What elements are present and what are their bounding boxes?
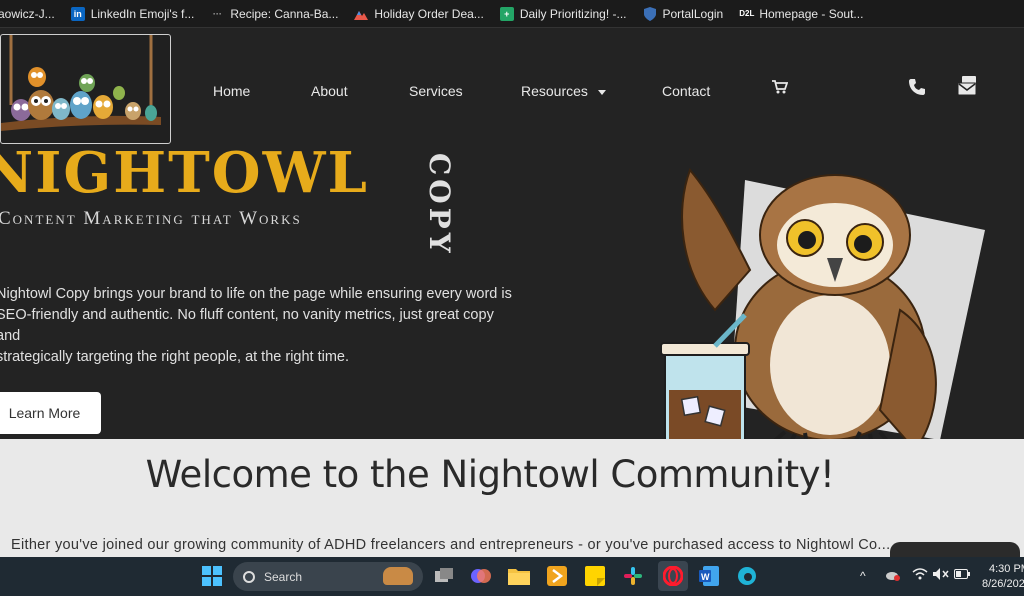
wifi-icon[interactable] [912,568,928,583]
chevron-down-icon [597,89,606,95]
clock-time[interactable]: 4:30 PM [989,563,1024,575]
d2l-icon: D2L [739,9,755,18]
hero-line: SEO-friendly and authentic. No fluff con… [0,307,494,344]
bookmark-item[interactable]: D2L Homepage - Sout... [739,7,863,21]
bookmark-item[interactable]: in LinkedIn Emoji's f... [70,6,195,21]
battery-icon[interactable] [954,569,970,582]
bookmark-label: PortalLogin [662,6,724,21]
search-placeholder: Search [264,569,303,584]
nav-resources-label: Resources [521,83,588,99]
clock-date[interactable]: 8/26/2024 [982,578,1024,590]
shield-icon [643,6,657,21]
power-automate-icon[interactable] [544,563,570,589]
cloud-sync-icon[interactable] [885,569,901,584]
phone-icon[interactable] [908,78,926,101]
bookmark-item[interactable]: ··· Recipe: Canna-Ba... [210,6,339,21]
volume-muted-icon[interactable] [933,568,949,583]
bookmark-label: Homepage - Sout... [759,6,864,21]
website-viewport: Home About Services Resources Contact NI… [0,28,1024,439]
site-logo[interactable] [0,34,171,144]
owls-on-branch-illustration [1,35,161,131]
opera-icon[interactable] [658,561,688,591]
brand-copy-vertical: COPY [418,153,458,263]
dots-icon: ··· [212,8,222,19]
hero-line: strategically targeting the right people… [0,349,350,365]
hero-description: Nightowl Copy brings your brand to life … [0,284,516,368]
hero-line: Nightowl Copy brings your brand to life … [0,286,512,302]
slack-icon[interactable] [620,563,646,589]
bookmark-label: Holiday Order Dea... [374,6,484,21]
bookmark-item[interactable]: Holiday Order Dea... [354,6,484,21]
brand-tagline: Content Marketing that Works [0,208,302,229]
bookmark-label: LinkedIn Emoji's f... [90,6,195,21]
chat-widget-tab[interactable] [890,542,1020,557]
learn-more-button[interactable]: Learn More [0,392,101,434]
word-icon[interactable]: W [696,563,722,589]
bookmark-label: Recipe: Canna-Ba... [230,6,339,21]
copilot-icon[interactable] [468,563,494,589]
nav-home[interactable]: Home [213,83,250,99]
bookmark-item[interactable]: PortalLogin [643,6,724,21]
sheets-icon: + [499,6,514,21]
brand-title: NIGHTOWL [0,140,369,206]
welcome-section: Welcome to the Nightowl Community! Eithe… [0,439,1024,557]
search-icon [243,570,255,583]
nav-contact[interactable]: Contact [662,83,710,99]
svg-text:W: W [701,572,710,582]
bookmark-label: Daily Prioritizing! -... [519,6,627,21]
edge-icon[interactable] [734,563,760,589]
nav-about[interactable]: About [311,83,348,99]
chevron-up-icon[interactable]: ^ [860,569,866,583]
welcome-heading: Welcome to the Nightowl Community! [145,453,835,496]
corgi-icon [383,567,413,585]
bookmark-item[interactable]: aowicz-J... [0,7,55,21]
nav-resources[interactable]: Resources [521,83,606,99]
mountain-icon [354,7,369,21]
windows-start-icon[interactable] [199,563,225,589]
owl-mascot-illustration [660,168,985,439]
welcome-text: Either you've joined our growing communi… [11,537,891,553]
taskbar-search[interactable]: Search [233,562,423,591]
windows-taskbar: Search W ^ 4:30 PM 8/26/2024 [0,557,1024,596]
bookmark-item[interactable]: + Daily Prioritizing! -... [499,6,627,21]
bookmarks-bar: aowicz-J... in LinkedIn Emoji's f... ···… [0,0,1024,28]
nav-services[interactable]: Services [409,83,463,99]
brand-copy-text: COPY [423,153,456,257]
sticky-notes-icon[interactable] [582,563,608,589]
bookmark-label: aowicz-J... [0,6,55,21]
file-explorer-icon[interactable] [506,563,532,589]
task-view-icon[interactable] [432,563,458,589]
cart-icon[interactable] [772,80,789,99]
linkedin-icon: in [70,6,85,21]
email-icon[interactable] [957,76,980,101]
